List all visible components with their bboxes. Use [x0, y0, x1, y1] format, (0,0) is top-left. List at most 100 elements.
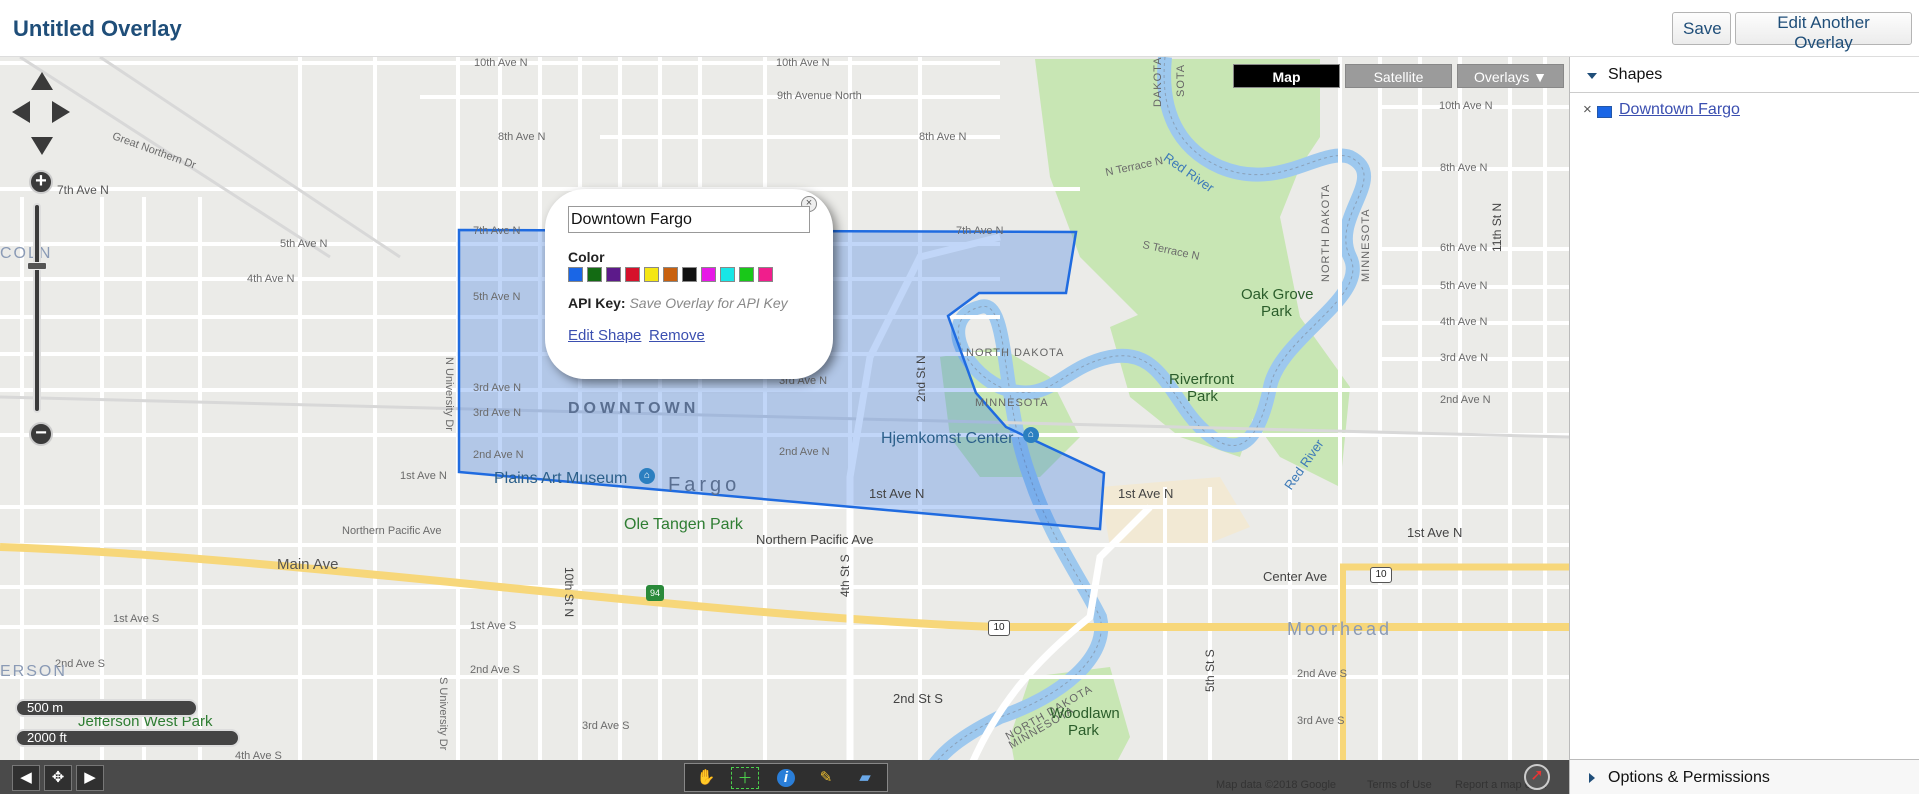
next-view-button[interactable]: ▶: [76, 765, 104, 791]
poi-riverfront-park[interactable]: Riverfront: [1169, 371, 1234, 388]
overlays-dropdown-button[interactable]: Overlays ▼: [1457, 64, 1564, 88]
street-label: 2nd St S: [893, 691, 943, 706]
shape-name-input[interactable]: [568, 206, 810, 233]
state-label: MINNESOTA: [975, 397, 1049, 409]
street-label: 3rd Ave N: [1440, 352, 1489, 364]
shapes-title: Shapes: [1608, 66, 1663, 83]
street-label: 2nd St N: [914, 355, 928, 402]
scale-bar-imperial: 2000 ft: [15, 729, 240, 747]
street-label: 9th Avenue North: [777, 90, 862, 102]
header: Untitled Overlay Save Edit Another Overl…: [0, 0, 1919, 57]
street-label: 1st Ave N: [400, 470, 447, 482]
zoom-in-button[interactable]: +: [29, 170, 53, 194]
zoom-out-button[interactable]: −: [29, 422, 53, 446]
poi-woodlawn-park-2: Park: [1068, 722, 1099, 739]
drawing-tools: ✋ ＋ i ✎ ▰: [684, 763, 888, 792]
options-permissions-header[interactable]: Options & Permissions: [1570, 759, 1919, 794]
poi-oak-grove-park[interactable]: Oak Grove: [1241, 286, 1314, 303]
color-swatch[interactable]: [701, 267, 716, 282]
compass-icon[interactable]: ➚: [1524, 764, 1550, 790]
street-label: 7th Ave N: [956, 225, 1004, 237]
options-permissions-title: Options & Permissions: [1608, 769, 1770, 786]
street-label: 3rd Ave N: [473, 407, 522, 419]
street-label: 5th Ave N: [1440, 280, 1488, 292]
street-label: Northern Pacific Ave: [342, 525, 442, 537]
area-label: ERSON: [0, 663, 67, 680]
street-label: 8th Ave N: [498, 131, 546, 143]
pan-left-icon[interactable]: [12, 101, 30, 123]
street-label: 8th Ave N: [919, 131, 967, 143]
right-panel: Shapes × Downtown Fargo Options & Permis…: [1569, 57, 1919, 794]
page-title: Untitled Overlay: [13, 16, 182, 41]
street-label: 10th Ave N: [776, 57, 830, 69]
state-label: DAKOTA: [1152, 57, 1164, 107]
state-label: NORTH DAKOTA: [966, 347, 1065, 359]
pan-up-icon[interactable]: [31, 72, 53, 90]
color-swatch[interactable]: [644, 267, 659, 282]
color-swatch[interactable]: [720, 267, 735, 282]
street-label: 2nd Ave N: [779, 446, 830, 458]
folder-icon[interactable]: ▰: [851, 767, 879, 789]
museum-icon: ⌂: [639, 468, 655, 484]
color-swatch[interactable]: [606, 267, 621, 282]
zoom-slider-handle[interactable]: [27, 262, 47, 270]
map-type-map-button[interactable]: Map: [1233, 64, 1340, 88]
map-canvas[interactable]: 10th Ave N 10th Ave N 9th Avenue North 8…: [0, 57, 1569, 794]
museum-icon: ⌂: [1023, 427, 1039, 443]
us-highway-shield-icon: 10: [988, 620, 1010, 636]
remove-shape-link[interactable]: Remove: [649, 327, 705, 344]
street-label: 1st Ave N: [869, 486, 925, 501]
pan-right-icon[interactable]: [52, 101, 70, 123]
color-swatch[interactable]: [587, 267, 602, 282]
map-base-layer: [0, 57, 1569, 794]
fit-view-button[interactable]: ✥: [44, 765, 72, 791]
terms-of-use-link[interactable]: Terms of Use: [1367, 779, 1432, 791]
poi-woodlawn-park[interactable]: Woodlawn: [1050, 705, 1120, 722]
color-swatch[interactable]: [663, 267, 678, 282]
shapes-section-header[interactable]: Shapes: [1570, 57, 1919, 93]
street-label: 1st Ave S: [470, 620, 517, 632]
color-swatch[interactable]: [682, 267, 697, 282]
street-label: 5th Ave N: [473, 291, 521, 303]
map-navigation-control: [8, 70, 78, 450]
delete-shape-icon[interactable]: ×: [1583, 101, 1592, 118]
pan-down-icon[interactable]: [31, 137, 53, 155]
pan-hand-icon[interactable]: ✋: [692, 767, 720, 789]
street-label: Northern Pacific Ave: [756, 532, 874, 547]
map-type-satellite-button[interactable]: Satellite: [1345, 64, 1452, 88]
shape-name-link[interactable]: Downtown Fargo: [1619, 101, 1740, 119]
color-swatches: [568, 267, 773, 282]
color-swatch[interactable]: [758, 267, 773, 282]
street-label: 7th Ave N: [473, 225, 521, 237]
color-swatch[interactable]: [568, 267, 583, 282]
draw-line-icon[interactable]: ✎: [812, 767, 840, 789]
color-swatch[interactable]: [625, 267, 640, 282]
color-swatch[interactable]: [739, 267, 754, 282]
save-button[interactable]: Save: [1672, 12, 1731, 45]
edit-shape-link[interactable]: Edit Shape: [568, 327, 641, 344]
app-root: Untitled Overlay Save Edit Another Overl…: [0, 0, 1919, 794]
info-icon[interactable]: i: [772, 767, 800, 789]
zoom-slider-track[interactable]: [33, 203, 41, 413]
collapse-arrow-icon: [1589, 773, 1595, 783]
area-label-downtown: DOWNTOWN: [568, 400, 700, 417]
street-label: 2nd Ave N: [473, 449, 524, 461]
map-attribution: Map data ©2018 Google: [1216, 779, 1337, 791]
scale-bar-metric: 500 m: [15, 699, 198, 717]
street-label: 10th Ave N: [474, 57, 528, 69]
previous-view-button[interactable]: ◀: [12, 765, 40, 791]
poi-hjemkomst-center[interactable]: Hjemkomst Center: [881, 430, 1013, 448]
street-label: 4th St S: [838, 554, 852, 597]
poi-plains-art-museum[interactable]: Plains Art Museum: [494, 470, 627, 488]
street-label: 11th St N: [1490, 202, 1504, 252]
city-label-fargo: Fargo: [668, 474, 741, 496]
us-highway-shield-icon: 10: [1370, 567, 1392, 583]
add-shape-icon[interactable]: ＋: [731, 767, 759, 789]
street-label: N University Dr: [443, 357, 455, 431]
state-label: NORTH DAKOTA: [1320, 183, 1332, 282]
street-label: 3rd Ave N: [473, 382, 522, 394]
edit-another-overlay-button[interactable]: Edit Another Overlay: [1735, 12, 1912, 52]
street-label: 4th Ave N: [1440, 316, 1488, 328]
poi-ole-tangen-park[interactable]: Ole Tangen Park: [624, 516, 743, 534]
info-glyph: i: [777, 769, 795, 787]
